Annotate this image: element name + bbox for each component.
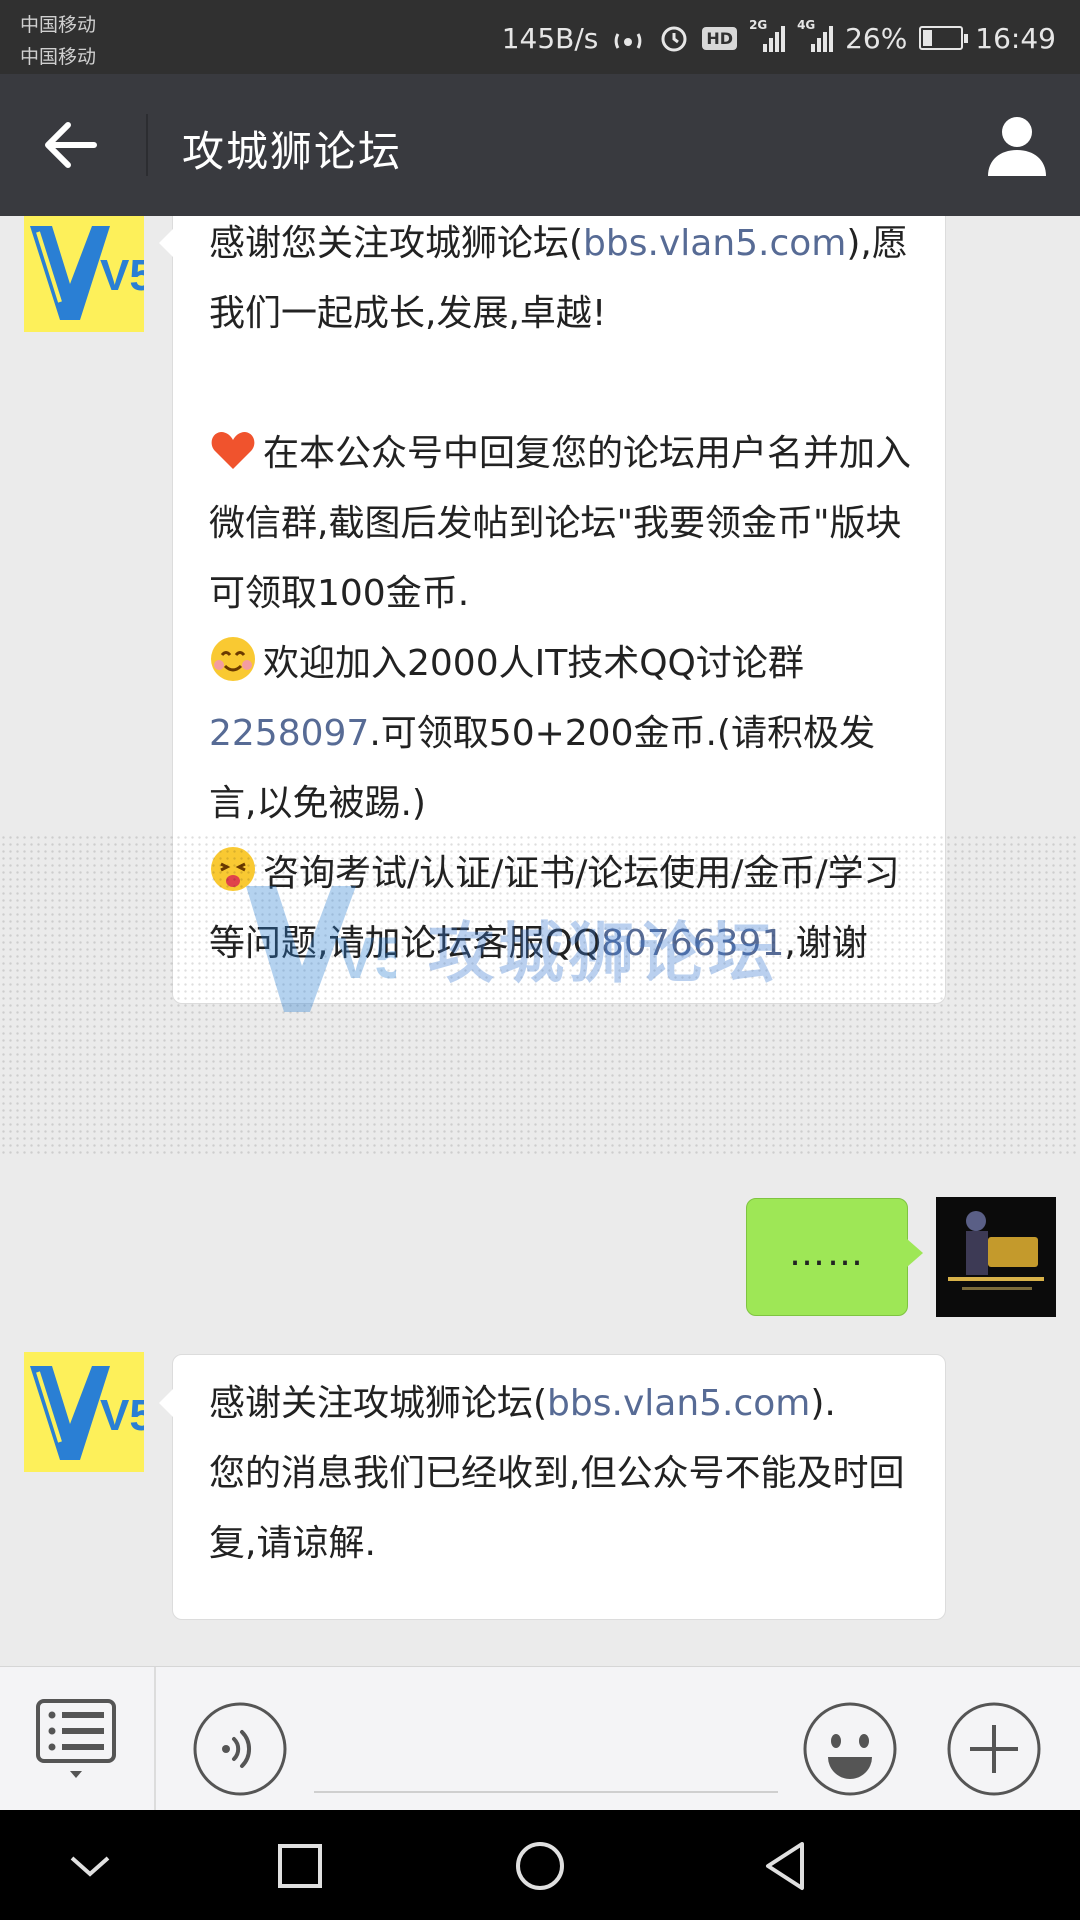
carrier-2: 中国移动 bbox=[20, 46, 97, 68]
title-divider bbox=[146, 114, 148, 176]
msg3-text-b: ). bbox=[810, 1383, 836, 1424]
arrow-left-icon bbox=[45, 122, 97, 168]
nav-hide-button[interactable] bbox=[58, 1836, 122, 1896]
msg3-line1: 感谢关注攻城狮论坛(bbs.vlan5.com). bbox=[209, 1369, 915, 1439]
v5-logo-text-2: V5 bbox=[100, 1391, 144, 1440]
menu-toggle-button[interactable] bbox=[34, 1697, 118, 1781]
watermark-logo-icon: V5 bbox=[246, 886, 396, 1012]
message-bubble-3[interactable]: 感谢关注攻城狮论坛(bbs.vlan5.com). 您的消息我们已经收到,但公众… bbox=[159, 1354, 946, 1620]
battery-icon bbox=[919, 26, 969, 50]
msg1-para3-text-a: 欢迎加入2000人IT技术QQ讨论群 bbox=[263, 643, 804, 684]
msg1-para4-text-b: ,谢谢 bbox=[784, 923, 868, 964]
my-message-bubble[interactable]: …… bbox=[746, 1198, 923, 1316]
alarm-icon bbox=[661, 26, 687, 52]
smile-emoji-icon bbox=[209, 635, 257, 683]
clock: 16:49 bbox=[975, 21, 1056, 55]
square-icon bbox=[278, 1844, 322, 1888]
emoji-button[interactable] bbox=[802, 1701, 898, 1797]
v5-logo-icon: V5 bbox=[30, 226, 144, 320]
msg1-para2: 在本公众号中回复您的论坛用户名并加入微信群,截图后发帖到论坛"我要领金币"版块可… bbox=[209, 419, 915, 629]
battery-fill bbox=[923, 30, 933, 46]
msg3-line2: 您的消息我们已经收到,但公众号不能及时回复,请谅解. bbox=[209, 1453, 905, 1564]
smiley-icon bbox=[803, 1702, 897, 1796]
qq-group-link[interactable]: 2258097 bbox=[209, 713, 369, 754]
chevron-down-icon bbox=[70, 1856, 110, 1877]
system-nav-bar bbox=[0, 1810, 1080, 1920]
carrier-1: 中国移动 bbox=[20, 14, 97, 36]
input-bar bbox=[0, 1666, 1080, 1811]
msg1-text-a: 感谢您关注攻城狮论坛( bbox=[209, 223, 584, 264]
triangle-back-icon bbox=[766, 1842, 804, 1890]
signal-2g-icon: 2G bbox=[749, 18, 786, 52]
msg1-blank-line bbox=[209, 349, 915, 419]
page-title: 攻城狮论坛 bbox=[182, 127, 403, 176]
my-avatar[interactable] bbox=[936, 1197, 1056, 1317]
message-input-underline[interactable] bbox=[314, 1791, 778, 1793]
more-button[interactable] bbox=[946, 1701, 1042, 1797]
signal-4g-label: 4G bbox=[797, 18, 816, 32]
heart-emoji-icon bbox=[209, 425, 257, 473]
plus-icon bbox=[947, 1702, 1041, 1796]
input-separator bbox=[154, 1667, 156, 1811]
msg1-para3: 欢迎加入2000人IT技术QQ讨论群2258097.可领取50+200金币.(请… bbox=[209, 629, 915, 839]
user-avatar-icon bbox=[936, 1197, 1056, 1317]
msg3-text-a: 感谢关注攻城狮论坛( bbox=[209, 1383, 548, 1424]
hotspot-icon bbox=[615, 33, 642, 49]
signal-2g-label: 2G bbox=[749, 18, 768, 32]
back-button[interactable] bbox=[30, 110, 110, 180]
net-speed: 145B/s bbox=[501, 21, 599, 55]
status-icons: 145B/s HD 2G 4G 26% 16:49 bbox=[502, 18, 1056, 58]
hd-badge: HD bbox=[702, 26, 738, 50]
msg1-para2-text: 在本公众号中回复您的论坛用户名并加入微信群,截图后发帖到论坛"我要领金币"版块可… bbox=[209, 433, 912, 614]
list-menu-icon bbox=[36, 1699, 116, 1778]
nav-home-button[interactable] bbox=[508, 1836, 572, 1896]
status-bar: 中国移动 中国移动 145B/s HD 2G 4G 26% 16:49 bbox=[0, 0, 1080, 74]
battery-percent: 26% bbox=[845, 21, 908, 55]
v5-logo-text: V5 bbox=[100, 251, 144, 300]
forum-link-1[interactable]: bbs.vlan5.com bbox=[583, 223, 846, 264]
nav-recent-button[interactable] bbox=[268, 1836, 332, 1896]
person-icon bbox=[988, 117, 1046, 176]
watermark-text: 攻城狮论坛 bbox=[428, 915, 778, 992]
watermark-logo-text: V5 bbox=[336, 926, 396, 991]
voice-icon bbox=[193, 1702, 287, 1796]
official-avatar-2[interactable]: V5 bbox=[24, 1352, 144, 1472]
circle-icon bbox=[516, 1842, 564, 1890]
forum-link-2[interactable]: bbs.vlan5.com bbox=[547, 1383, 810, 1424]
nav-back-button[interactable] bbox=[754, 1836, 818, 1896]
msg1-line1: 感谢您关注攻城狮论坛(bbs.vlan5.com),愿我们一起成长,发展,卓越! bbox=[209, 216, 915, 349]
signal-4g-icon: 4G bbox=[797, 18, 834, 52]
v5-logo-icon: V5 bbox=[30, 1366, 144, 1460]
official-avatar[interactable]: V5 bbox=[24, 216, 144, 332]
voice-button[interactable] bbox=[192, 1701, 288, 1797]
profile-button[interactable] bbox=[984, 112, 1050, 178]
title-bar: 攻城狮论坛 bbox=[0, 74, 1080, 216]
